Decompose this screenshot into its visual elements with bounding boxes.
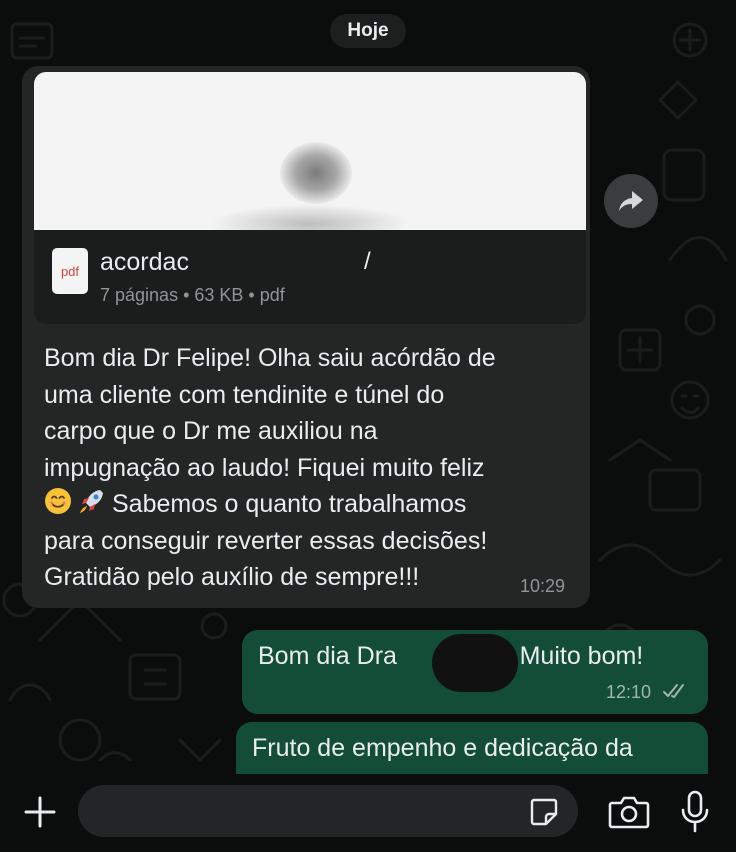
message-text: Bom dia Dr Felipe! Olha saiu acórdão de … [44,340,572,596]
pdf-file-icon: pdf [52,248,88,294]
read-receipt-icon [663,684,684,698]
pdf-icon-label: pdf [60,263,80,279]
incoming-message-bubble[interactable]: pdf acordac / 7 páginas • 63 KB • pdf Bo… [22,66,590,608]
message-text-start: Bom dia Dra [258,642,397,670]
message-line: Sabemos o quanto trabalhamos [112,490,467,518]
redaction-block [200,248,370,278]
camera-icon[interactable] [608,794,650,830]
message-timestamp: 12:10 [606,682,652,702]
sticker-icon[interactable] [528,796,560,828]
file-meta: 7 páginas • 63 KB • pdf [100,285,285,305]
rocket-icon [79,490,103,514]
composer-bar [0,774,736,852]
file-name: acordac [100,248,189,276]
message-line: uma cliente com tendinite e túnel do [44,380,445,409]
document-attachment[interactable]: pdf acordac / 7 páginas • 63 KB • pdf [34,230,586,324]
message-line: Bom dia Dr Felipe! Olha saiu acórdão de [44,344,496,372]
date-separator: Hoje [330,14,406,48]
plus-icon [24,796,56,828]
file-name-tail: / [364,248,371,275]
message-text: Fruto de empenho e dedicação da [252,734,633,762]
preview-blurred-content [280,142,352,204]
forward-button[interactable] [604,174,658,228]
message-line: para conseguir reverter essas decisões! [44,526,488,555]
smiling-face-icon [45,488,71,514]
message-text: Bom dia Dra n!!!! Muito bom! [258,634,643,692]
attach-button[interactable] [20,792,60,832]
date-label: Hoje [347,20,389,41]
forward-arrow-icon [619,191,643,211]
message-input[interactable] [78,785,578,837]
message-line: impugnação ao laudo! Fiquei muito feliz [44,453,485,482]
message-timestamp: 10:29 [520,576,566,596]
outgoing-message-bubble[interactable]: Bom dia Dra n!!!! Muito bom! 12:10 [242,630,708,714]
message-line-with-emoji: Sabemos o quanto trabalhamos [44,486,572,523]
preview-blurred-content [210,204,410,230]
redaction-block [432,634,518,692]
microphone-icon[interactable] [680,790,710,834]
message-line: Gratidão pelo auxílio de sempre!!! [44,563,420,591]
document-preview[interactable] [34,72,586,230]
message-line: carpo que o Dr me auxiliou na [44,417,378,445]
outgoing-message-bubble[interactable]: Fruto de empenho e dedicação da [236,722,708,776]
